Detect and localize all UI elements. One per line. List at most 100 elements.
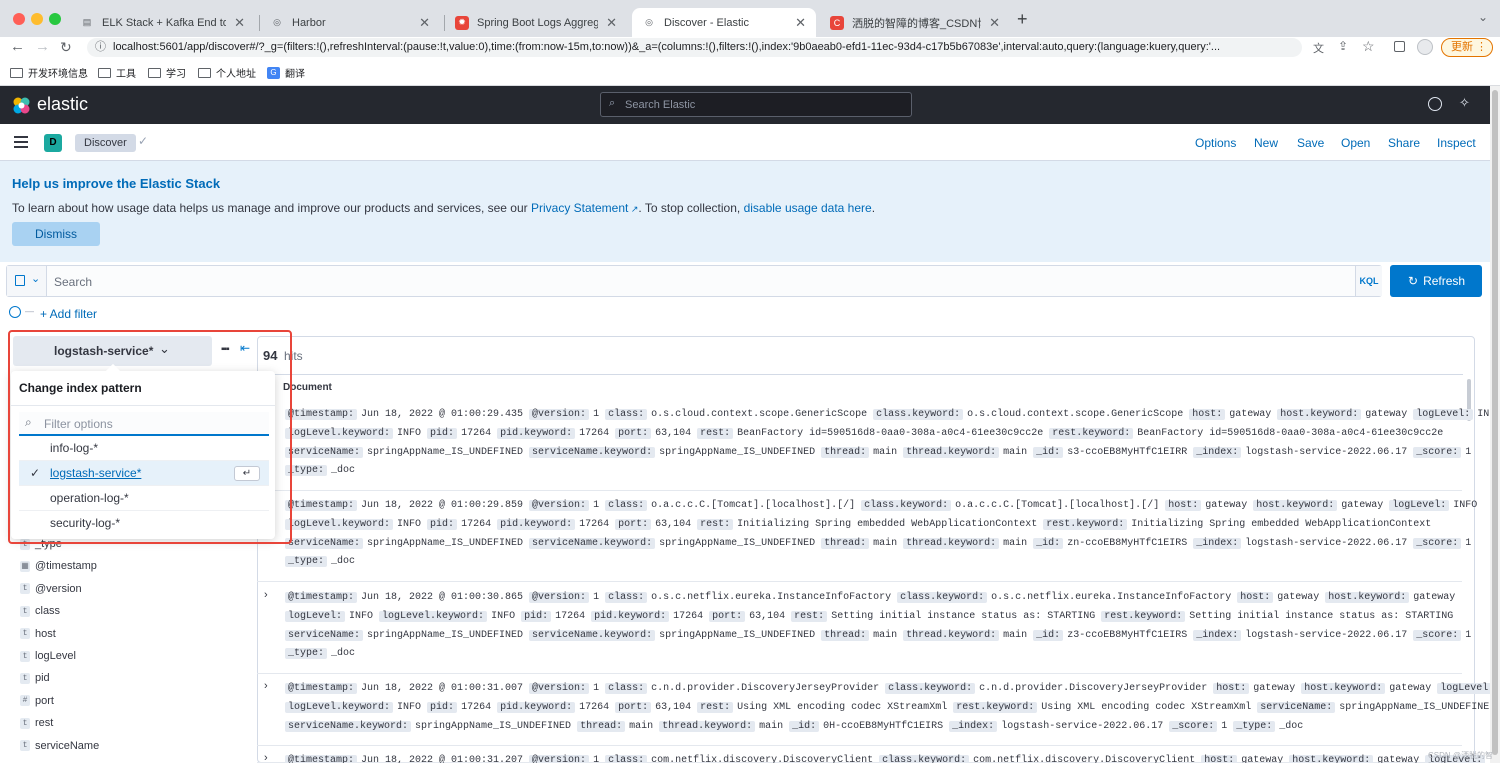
breadcrumb[interactable]: Discover: [75, 134, 136, 152]
field-item[interactable]: t host: [20, 628, 56, 640]
dismiss-button[interactable]: Dismiss: [12, 222, 100, 246]
bookmark-translate[interactable]: G 翻译: [267, 65, 305, 80]
window-scrollbar[interactable]: [1490, 86, 1500, 763]
field-value: c.n.d.provider.DiscoveryJerseyProvider: [651, 683, 880, 694]
field-item[interactable]: t class: [20, 605, 60, 617]
space-avatar[interactable]: D: [44, 134, 62, 152]
tab-close-icon[interactable]: ✕: [606, 15, 617, 31]
field-key: @version:: [529, 683, 590, 694]
share-page-icon[interactable]: ⇪: [1338, 39, 1348, 53]
field-key: thread:: [577, 720, 626, 732]
side-panel-icon[interactable]: [1394, 41, 1405, 52]
field-name: class: [35, 605, 61, 618]
newsfeed-icon[interactable]: ✧: [1459, 95, 1470, 111]
url-bar[interactable]: ⓘ localhost:5601/app/discover#/?_g=(filt…: [87, 38, 1302, 57]
browser-tab[interactable]: ✹ Spring Boot Logs Aggregation ✕: [445, 8, 627, 37]
query-bar: ⌄ Search KQL: [6, 265, 1382, 297]
tab-close-icon[interactable]: ✕: [989, 15, 1000, 31]
field-key: class:: [605, 592, 648, 603]
privacy-statement-link[interactable]: Privacy Statement: [531, 201, 628, 215]
minimize-window-icon[interactable]: [31, 13, 43, 25]
field-value: c.n.d.provider.DiscoveryJerseyProvider: [979, 683, 1208, 694]
new-tab-icon[interactable]: +: [1017, 9, 1028, 30]
disable-usage-data-link[interactable]: disable usage data here: [744, 201, 872, 215]
help-icon[interactable]: [1428, 97, 1442, 111]
kql-toggle[interactable]: KQL: [1355, 266, 1382, 296]
field-key: _score:: [1413, 537, 1462, 549]
bookmark-folder-dev[interactable]: 开发环境信息: [10, 65, 88, 80]
tab-close-icon[interactable]: ✕: [795, 15, 806, 31]
field-value: 17264: [579, 701, 610, 713]
field-key: thread.keyword:: [903, 629, 1000, 641]
field-key: host:: [1165, 500, 1202, 511]
bookmark-folder-personal[interactable]: 个人地址: [198, 65, 256, 80]
reload-icon[interactable]: ↻: [60, 37, 72, 57]
bookmark-star-icon[interactable]: ☆: [1362, 38, 1375, 55]
divider: [258, 374, 1463, 375]
add-filter-button[interactable]: + Add filter: [40, 307, 97, 321]
c-icon: C: [830, 15, 844, 30]
top-nav-open[interactable]: Open: [1341, 136, 1370, 150]
bookmark-label: 开发环境信息: [28, 69, 88, 80]
browser-tab[interactable]: C 洒脱的智障的博客_CSDN博客-S ✕: [820, 8, 1010, 37]
field-value: o.s.c.netflix.eureka.InstanceInfoFactory: [651, 592, 892, 603]
profile-avatar-icon[interactable]: [1417, 39, 1433, 55]
global-search-input[interactable]: ⌕ Search Elastic: [600, 92, 912, 117]
document-row[interactable]: ›@timestamp:Jun 18, 2022 @ 01:00:29.859@…: [257, 492, 1477, 583]
top-nav-inspect[interactable]: Inspect: [1437, 136, 1476, 150]
filter-menu-icon[interactable]: [9, 306, 21, 318]
info-icon[interactable]: ⓘ: [95, 38, 106, 57]
translate-icon[interactable]: 文: [1313, 40, 1324, 56]
field-key: host:: [1237, 592, 1274, 603]
top-nav-options[interactable]: Options: [1195, 136, 1236, 150]
expand-chevron-icon[interactable]: ›: [264, 752, 268, 763]
field-item[interactable]: t logLevel: [20, 650, 76, 662]
top-nav-save[interactable]: Save: [1297, 136, 1324, 150]
field-item[interactable]: ▦ @timestamp: [20, 560, 97, 572]
top-nav-share[interactable]: Share: [1388, 136, 1420, 150]
window-scrollbar-thumb[interactable]: [1492, 90, 1498, 755]
saved-query-button[interactable]: ⌄: [7, 266, 47, 296]
field-item[interactable]: # port: [20, 695, 54, 707]
field-name: logLevel: [35, 650, 76, 662]
elastic-logo-icon[interactable]: [12, 96, 31, 115]
document-row[interactable]: ›@timestamp:Jun 18, 2022 @ 01:00:29.435@…: [257, 401, 1500, 492]
bookmark-folder-learn[interactable]: 学习: [148, 65, 186, 80]
field-key: _type:: [285, 648, 328, 660]
field-item[interactable]: t pid: [20, 672, 50, 684]
field-key: _id:: [789, 720, 820, 732]
field-value: gateway: [1253, 683, 1296, 694]
field-key: logLevel.keyword:: [285, 427, 394, 439]
document-row[interactable]: › @timestamp: Jun 18, 2022 @ 01:00:31.207 @…: [257, 747, 1500, 763]
document-line: _type: _doc: [285, 648, 361, 660]
back-icon[interactable]: ←: [10, 37, 25, 57]
query-input[interactable]: Search: [54, 275, 92, 289]
tab-list-chevron-icon[interactable]: ⌄: [1478, 10, 1488, 24]
tab-close-icon[interactable]: ✕: [419, 15, 430, 31]
menu-hamburger-icon[interactable]: [14, 136, 28, 148]
tab-close-icon[interactable]: ✕: [234, 15, 245, 31]
expand-chevron-icon[interactable]: ›: [264, 589, 268, 601]
telemetry-banner: Help us improve the Elastic Stack To lea…: [0, 161, 1490, 262]
top-nav-new[interactable]: New: [1254, 136, 1278, 150]
field-item[interactable]: t rest: [20, 717, 53, 729]
field-item[interactable]: t @version: [20, 583, 82, 595]
close-window-icon[interactable]: [13, 13, 25, 25]
update-button[interactable]: 更新 ⋮: [1441, 38, 1493, 57]
field-key: class.keyword:: [885, 683, 976, 694]
folder-icon: [148, 67, 161, 78]
expand-chevron-icon[interactable]: ›: [264, 680, 268, 692]
field-value: 0H-ccoEB8MyHTfC1EIRS: [823, 720, 944, 732]
field-name: host: [35, 627, 56, 640]
forward-icon[interactable]: →: [35, 37, 50, 57]
browser-tab[interactable]: ◎ Harbor ✕: [260, 8, 440, 37]
document-row[interactable]: › @timestamp: Jun 18, 2022 @ 01:00:31.007 @…: [257, 675, 1498, 747]
browser-tab[interactable]: ▤ ELK Stack + Kafka End to End P ✕: [70, 8, 255, 37]
document-line: logLevel.keyword: INFO pid: 17264 pid.keywor…: [285, 701, 1500, 713]
maximize-window-icon[interactable]: [49, 13, 61, 25]
document-row[interactable]: › @timestamp: Jun 18, 2022 @ 01:00:30.865 @…: [257, 584, 1471, 675]
refresh-button[interactable]: ↻ Refresh: [1390, 265, 1482, 297]
browser-tab[interactable]: ◎ Discover - Elastic ✕: [632, 8, 816, 37]
bookmark-folder-tools[interactable]: 工具: [98, 65, 136, 80]
field-item[interactable]: t serviceName: [20, 740, 99, 752]
